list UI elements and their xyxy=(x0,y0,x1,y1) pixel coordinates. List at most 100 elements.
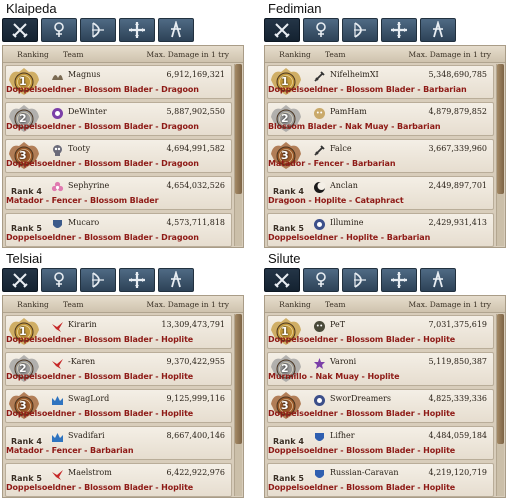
ranking-row[interactable]: Rank 4 Sephyrine 4,654,032,526 Matador -… xyxy=(5,176,232,210)
class-tab[interactable] xyxy=(41,18,77,42)
ranking-row[interactable]: 3 SworDreamers 4,825,339,336 Doppelsoeld… xyxy=(267,389,494,423)
class-tab[interactable] xyxy=(381,268,417,292)
class-tab[interactable] xyxy=(303,18,339,42)
ranking-row[interactable]: 2 Varoni 5,119,850,387 Murmillo - Nak Mu… xyxy=(267,352,494,386)
class-tab[interactable] xyxy=(119,268,155,292)
class-tab[interactable] xyxy=(2,268,38,292)
team-name: Magnus xyxy=(68,70,101,79)
scrollbar[interactable] xyxy=(234,64,242,246)
ranking-row[interactable]: Rank 5 Illumine 2,429,931,413 Doppelsoel… xyxy=(267,213,494,247)
circle-emblem xyxy=(313,394,326,407)
ranking-row[interactable]: Rank 4 Anclan 2,449,897,701 Dragoon - Ho… xyxy=(267,176,494,210)
team-name: Falce xyxy=(330,144,352,153)
class-tab[interactable] xyxy=(158,18,194,42)
crest-emblem xyxy=(51,218,64,231)
max-damage: 8,667,400,146 xyxy=(166,431,225,440)
team-classes: Matador - Fencer - Blossom Blader xyxy=(6,196,159,205)
header-damage: Max. Damage in 1 try xyxy=(408,299,491,309)
ranking-row[interactable]: Rank 5 Maelstrom 6,422,922,976 Doppelsoe… xyxy=(5,463,232,497)
wing-emblem xyxy=(51,70,64,83)
class-tab[interactable] xyxy=(420,268,456,292)
server-panel: Fedimian Ranking Team Max. Damage in 1 t… xyxy=(264,1,506,248)
team-classes: Matador - Fencer - Barbarian xyxy=(6,446,134,455)
team-classes: Doppelsoeldner - Blossom Blader - Hoplit… xyxy=(6,409,194,418)
scrollbar[interactable] xyxy=(496,314,504,496)
scroll-thumb[interactable] xyxy=(497,314,504,444)
team-classes: Doppelsoeldner - Blossom Blader - Hoplit… xyxy=(268,409,456,418)
class-tab[interactable] xyxy=(420,18,456,42)
team-name: SwagLord xyxy=(68,394,110,403)
header-damage: Max. Damage in 1 try xyxy=(146,49,229,59)
ranking-row[interactable]: 2 PamHam 4,879,879,852 Blossom Blader - … xyxy=(267,102,494,136)
class-tab-bar xyxy=(264,268,506,292)
header-team: Team xyxy=(63,49,84,59)
scout-icon xyxy=(171,21,181,38)
max-damage: 9,370,422,955 xyxy=(166,357,225,366)
bird-emblem xyxy=(51,468,64,481)
ranking-row[interactable]: Rank 5 Russian-Caravan 4,219,120,719 Dop… xyxy=(267,463,494,497)
class-tab[interactable] xyxy=(381,18,417,42)
server-panel: Silute Ranking Team Max. Damage in 1 try xyxy=(264,251,506,498)
ranking-row[interactable]: 3 Falce 3,667,339,960 Matador - Fencer -… xyxy=(267,139,494,173)
team-classes: Doppelsoeldner - Blossom Blader - Barbar… xyxy=(268,85,467,94)
scroll-thumb[interactable] xyxy=(497,64,504,194)
ranking-row[interactable]: 1 NifelheimXI 5,348,690,785 Doppelsoeldn… xyxy=(267,65,494,99)
ranking-list: 1 NifelheimXI 5,348,690,785 Doppelsoeldn… xyxy=(267,65,494,247)
max-damage: 4,484,059,184 xyxy=(428,431,487,440)
ranking-row[interactable]: Rank 4 Svadifari 8,667,400,146 Matador -… xyxy=(5,426,232,460)
scroll-thumb[interactable] xyxy=(235,314,242,444)
team-classes: Doppelsoeldner - Blossom Blader - Dragoo… xyxy=(6,122,199,131)
moon-emblem xyxy=(313,181,326,194)
class-tab[interactable] xyxy=(158,268,194,292)
skull-emblem xyxy=(51,144,64,157)
class-tab[interactable] xyxy=(264,18,300,42)
crown-emblem xyxy=(51,431,64,444)
ranking-table: Ranking Team Max. Damage in 1 try 1 Nife… xyxy=(264,45,506,248)
scout-icon xyxy=(433,21,443,38)
ranking-row[interactable]: 3 SwagLord 9,125,999,116 Doppelsoeldner … xyxy=(5,389,232,423)
class-tab[interactable] xyxy=(342,18,378,42)
ranking-table: Ranking Team Max. Damage in 1 try 1 Kira… xyxy=(2,295,244,498)
wizard-icon xyxy=(54,272,64,287)
ranking-row[interactable]: Rank 4 Lifher 4,484,059,184 Doppelsoeldn… xyxy=(267,426,494,460)
team-name: NifelheimXI xyxy=(330,70,379,79)
class-tab[interactable] xyxy=(41,268,77,292)
ranking-row[interactable]: 1 Magnus 6,912,169,321 Doppelsoeldner - … xyxy=(5,65,232,99)
ranking-row[interactable]: 3 Tooty 4,694,991,582 Doppelsoeldner - B… xyxy=(5,139,232,173)
wizard-icon xyxy=(54,22,64,37)
scroll-thumb[interactable] xyxy=(235,64,242,194)
class-tab[interactable] xyxy=(119,18,155,42)
class-tab[interactable] xyxy=(2,18,38,42)
class-tab[interactable] xyxy=(80,268,116,292)
cross-icon xyxy=(129,272,145,288)
class-tab[interactable] xyxy=(303,268,339,292)
rank-label: Rank 4 xyxy=(273,187,304,196)
max-damage: 5,348,690,785 xyxy=(428,70,487,79)
team-classes: Doppelsoeldner - Blossom Blader - Hoplit… xyxy=(6,483,194,492)
class-tab[interactable] xyxy=(342,268,378,292)
ranking-row[interactable]: Rank 5 Mucaro 4,573,711,818 Doppelsoeldn… xyxy=(5,213,232,247)
team-name: Maelstrom xyxy=(68,468,112,477)
server-title: Klaipeda xyxy=(6,1,57,16)
team-classes: Murmillo - Nak Muay - Hoplite xyxy=(268,372,400,381)
star-emblem xyxy=(313,357,326,370)
ranking-row[interactable]: 1 Kirarin 13,309,473,791 Doppelsoeldner … xyxy=(5,315,232,349)
rank-label: Rank 5 xyxy=(11,224,42,233)
ranking-row[interactable]: 2 DeWinter 5,887,902,550 Doppelsoeldner … xyxy=(5,102,232,136)
server-title: Fedimian xyxy=(268,1,322,16)
scrollbar[interactable] xyxy=(234,314,242,496)
scrollbar[interactable] xyxy=(496,64,504,246)
rank-label: Rank 4 xyxy=(273,437,304,446)
ranking-row[interactable]: 2 -Karen 9,370,422,955 Doppelsoeldner - … xyxy=(5,352,232,386)
max-damage: 2,449,897,701 xyxy=(428,181,487,190)
header-ranking: Ranking xyxy=(279,299,311,309)
max-damage: 9,125,999,116 xyxy=(166,394,225,403)
ranking-row[interactable]: 1 PeT 7,031,375,619 Doppelsoeldner - Blo… xyxy=(267,315,494,349)
header-team: Team xyxy=(63,299,84,309)
max-damage: 4,879,879,852 xyxy=(428,107,487,116)
class-tab[interactable] xyxy=(264,268,300,292)
class-tab[interactable] xyxy=(80,18,116,42)
team-classes: Doppelsoeldner - Blossom Blader - Hoplit… xyxy=(6,335,194,344)
team-name: Russian-Caravan xyxy=(330,468,399,477)
team-name: Illumine xyxy=(330,218,364,227)
